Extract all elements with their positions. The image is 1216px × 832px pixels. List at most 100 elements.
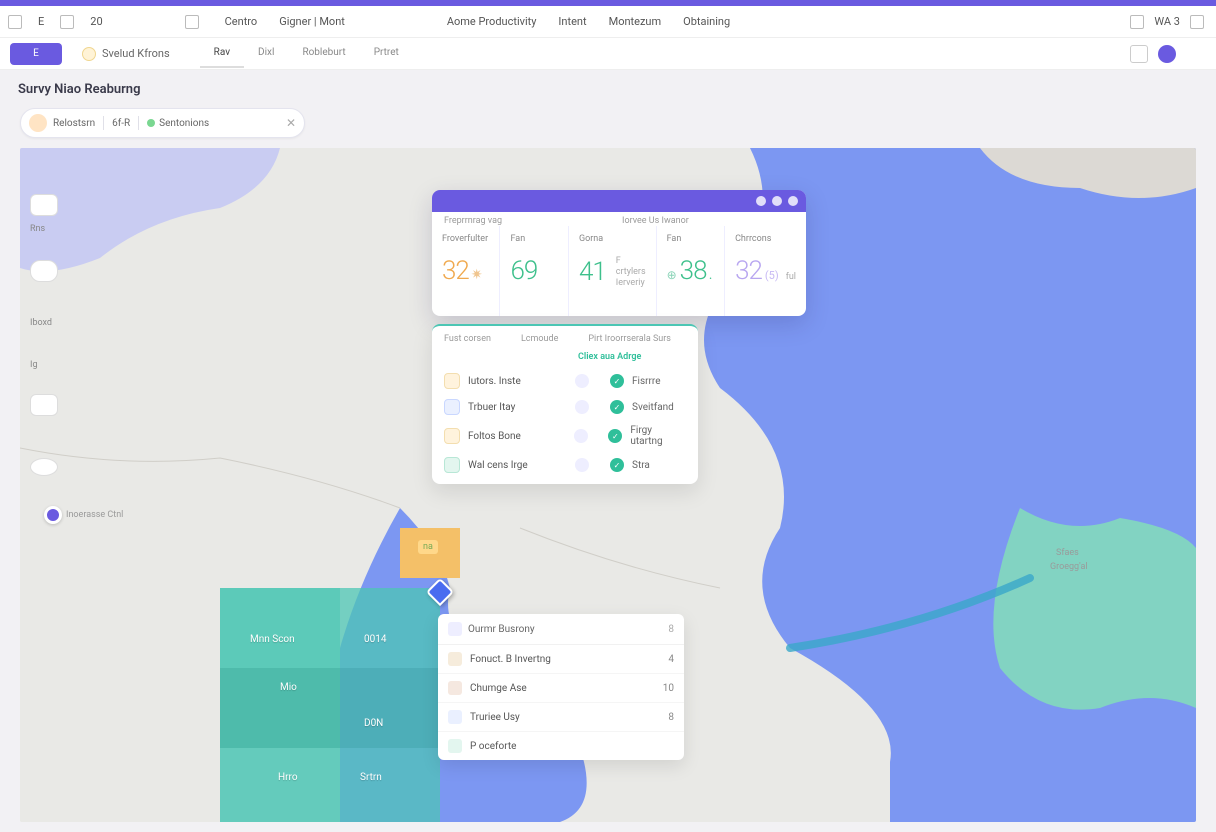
- kpi-value: 32✷: [442, 256, 489, 286]
- menubar-right: WA 3: [1130, 15, 1216, 29]
- secondary-right: [1130, 45, 1216, 63]
- menu-item[interactable]: Obtaining: [677, 11, 736, 32]
- map-label: Inoerasse Ctnl: [66, 510, 123, 520]
- app-icon[interactable]: [8, 15, 22, 29]
- row-icon: [448, 681, 462, 695]
- kpi-card[interactable]: Chrrcons 32 (5) ful: [725, 226, 806, 316]
- map-tool[interactable]: [30, 394, 58, 418]
- window-control-icon[interactable]: [788, 196, 798, 206]
- close-icon[interactable]: ✕: [286, 116, 296, 130]
- map-tool[interactable]: [30, 194, 58, 218]
- status-dot-icon: ✓: [610, 458, 624, 472]
- pill-sep: [103, 116, 104, 130]
- breadcrumb-icon: [82, 47, 96, 61]
- kpi-value: 41: [579, 257, 606, 287]
- window-min-icon[interactable]: [1130, 15, 1144, 29]
- map-tool[interactable]: Ig: [30, 360, 38, 370]
- tab-prtret[interactable]: Prtret: [360, 39, 413, 68]
- detail-header: Fust corsen: [444, 334, 491, 344]
- map-label: Groegg'al: [1050, 562, 1088, 572]
- detail-highlight[interactable]: Cliex aua Adrge: [432, 350, 698, 368]
- secondary-tabs: Rav Dixl Robleburt Prtret: [200, 39, 413, 68]
- menu-item[interactable]: [179, 10, 209, 32]
- breadcrumb-label[interactable]: Svelud Kfrons: [102, 47, 170, 60]
- map-label: Sfaes: [1056, 548, 1079, 558]
- menu-item[interactable]: Gigner | Mont: [273, 11, 351, 32]
- tool-label: Ig: [30, 360, 38, 370]
- menu-item[interactable]: Centro: [219, 11, 264, 32]
- filter-pill[interactable]: Relostsrn 6f-R Sentonions ✕: [20, 108, 305, 138]
- row-icon: [444, 457, 460, 473]
- summary-row[interactable]: Chumge Ase 10: [438, 674, 684, 703]
- tool-icon: [30, 394, 58, 416]
- row-value: 4: [668, 654, 674, 665]
- summary-title: Ourmr Busrony: [468, 624, 535, 635]
- notification-badge[interactable]: [1158, 45, 1176, 63]
- tool-icon: [30, 458, 58, 476]
- row-label: Chumge Ase: [470, 683, 527, 694]
- tool-label: Iboxd: [30, 318, 52, 328]
- row-value: 8: [668, 712, 674, 723]
- kpi-card[interactable]: Fan ⊕38.: [657, 226, 725, 316]
- kpi-panel: Freprrnrag vag Iorvee Us Iwanor Froverfu…: [432, 190, 806, 316]
- workspace-tile[interactable]: E: [10, 43, 62, 65]
- map-tool[interactable]: Iboxd: [30, 318, 52, 328]
- tab-robleburt[interactable]: Robleburt: [288, 39, 359, 68]
- menu-item[interactable]: Montezum: [603, 11, 668, 32]
- kpi-suffix: (5): [765, 269, 779, 282]
- secondary-bar: E Svelud Kfrons Rav Dixl Robleburt Prtre…: [0, 38, 1216, 70]
- menu-item[interactable]: Intent: [552, 11, 592, 32]
- tab-dixl[interactable]: Dixl: [244, 39, 288, 68]
- kpi-card[interactable]: Froverfulter 32✷: [432, 226, 500, 316]
- tool-icon: [30, 260, 58, 282]
- row-value: 10: [663, 683, 674, 694]
- kpi-label: Gorna: [579, 234, 646, 244]
- detail-header: Pirt Iroorrserala Surs: [588, 334, 671, 344]
- window-max-icon[interactable]: [1190, 15, 1204, 29]
- user-icon[interactable]: [1186, 45, 1204, 63]
- menu-item[interactable]: 20: [84, 11, 108, 32]
- window-control-icon[interactable]: [772, 196, 782, 206]
- layout-icon[interactable]: [1130, 45, 1148, 63]
- pill-sep: [138, 116, 139, 130]
- kpi-label: Fan: [667, 234, 714, 244]
- detail-row[interactable]: Foltos Bone ✓ Firgy utartng: [432, 420, 698, 452]
- kpi-card[interactable]: Fan 69: [500, 226, 568, 316]
- kpi-unit: F crtylersIerveriy: [616, 256, 646, 288]
- kpi-subtitle-right: Iorvee Us Iwanor: [616, 216, 794, 226]
- detail-row[interactable]: Trbuer Itay ✓ Sveitfand: [432, 394, 698, 420]
- breadcrumb: Svelud Kfrons: [82, 47, 170, 61]
- kpi-value: 69: [510, 256, 557, 286]
- tab-rav[interactable]: Rav: [200, 39, 244, 68]
- grid-label: Srtrn: [360, 772, 382, 783]
- tool-icon: [30, 194, 58, 216]
- summary-row[interactable]: P oceforte: [438, 732, 684, 760]
- row-end: Sveitfand: [632, 402, 674, 413]
- summary-row[interactable]: Truriee Usy 8: [438, 703, 684, 732]
- row-icon: [444, 373, 460, 389]
- menubar-left: E 20 Centro Gigner | Mont Aome Productiv…: [0, 10, 736, 32]
- menu-item[interactable]: Aome Productivity: [441, 11, 543, 32]
- avatar-icon: [29, 114, 47, 132]
- map-marker[interactable]: [44, 506, 62, 524]
- kpi-unit: ful: [786, 272, 796, 283]
- detail-row[interactable]: Iutors. Inste ✓ Fisrrre: [432, 368, 698, 394]
- map-tool[interactable]: [30, 458, 58, 478]
- row-name: Wal cens Irge: [468, 460, 554, 471]
- summary-icon: [448, 622, 462, 636]
- tool-label: Rns: [30, 224, 45, 234]
- detail-row[interactable]: Wal cens Irge ✓ Stra: [432, 452, 698, 478]
- menu-square-icon: [60, 15, 74, 29]
- row-name: Foltos Bone: [468, 431, 553, 442]
- summary-row[interactable]: Fonuct. B Invertng 4: [438, 645, 684, 674]
- detail-panel: Fust corsen Lcmoude Pirt Iroorrserala Su…: [432, 324, 698, 484]
- window-control-icon[interactable]: [756, 196, 766, 206]
- map-tool[interactable]: Rns: [30, 224, 45, 234]
- row-mid: [562, 374, 602, 388]
- grid-label: Mio: [280, 682, 297, 693]
- status-dot-icon: ✓: [610, 374, 624, 388]
- kpi-label: Chrrcons: [735, 234, 796, 244]
- menu-item[interactable]: E: [32, 11, 50, 32]
- kpi-card[interactable]: Gorna 41 F crtylersIerveriy: [569, 226, 657, 316]
- map-tool[interactable]: [30, 260, 58, 284]
